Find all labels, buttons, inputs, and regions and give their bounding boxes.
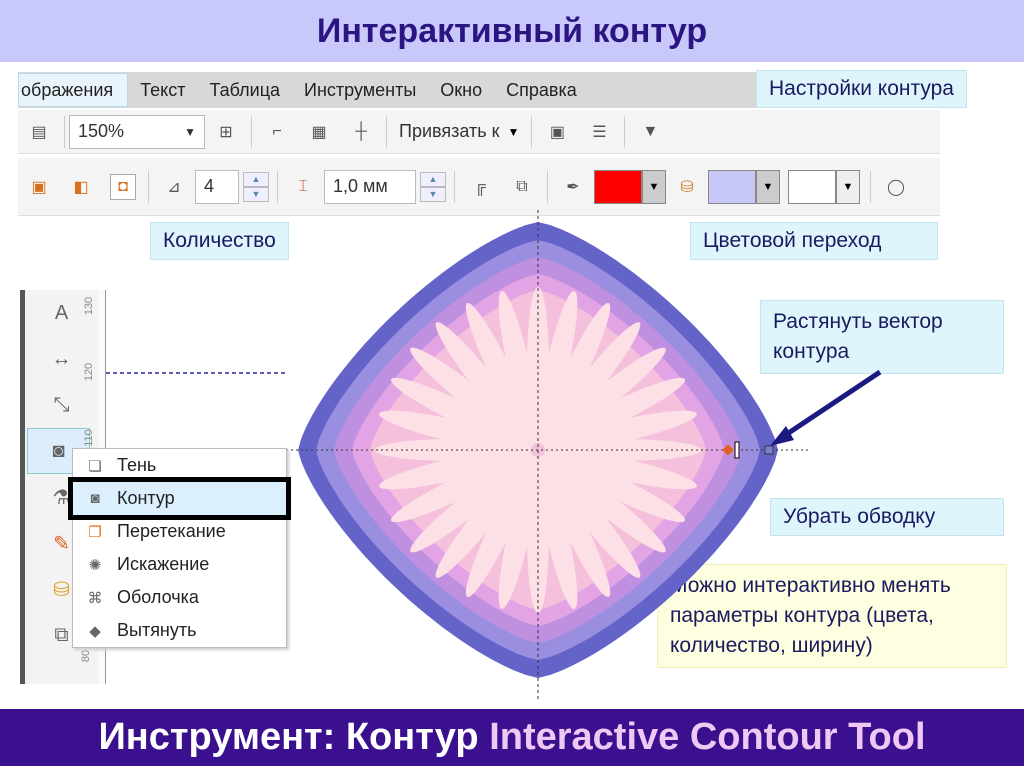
contour-drawing[interactable] bbox=[0, 0, 1024, 768]
connector-tool-icon[interactable]: ⤡ bbox=[25, 382, 98, 428]
item-label: Тень bbox=[117, 455, 157, 475]
blend-icon: ❐ bbox=[88, 523, 102, 541]
flyout-item-shadow[interactable]: ❏ Тень bbox=[73, 449, 286, 482]
item-label: Оболочка bbox=[117, 587, 199, 607]
ruler-label: 80 bbox=[80, 649, 93, 663]
item-label: Перетекание bbox=[117, 521, 226, 541]
distort-icon: ✺ bbox=[88, 556, 102, 574]
flyout-item-distort[interactable]: ✺ Искажение bbox=[73, 548, 286, 581]
flyout-item-envelope[interactable]: ⌘ Оболочка bbox=[73, 581, 286, 614]
effects-flyout: ❏ Тень ◙ Контур ❐ Перетекание ✺ Искажение ⌘ О… bbox=[68, 448, 291, 648]
flyout-item-blend[interactable]: ❐ Перетекание bbox=[73, 515, 286, 548]
item-label: Искажение bbox=[117, 554, 210, 574]
shadow-icon: ❏ bbox=[88, 457, 102, 475]
vector-slider-handle bbox=[734, 441, 740, 459]
flyout-item-extrude[interactable]: ◆ Вытянуть bbox=[73, 614, 286, 647]
extrude-icon: ◆ bbox=[89, 622, 101, 640]
contour-icon: ◙ bbox=[90, 490, 100, 507]
flyout-item-contour[interactable]: ◙ Контур bbox=[68, 477, 291, 520]
arrow-pointer bbox=[776, 369, 882, 443]
item-label: Контур bbox=[117, 488, 175, 508]
ruler-label: 120 bbox=[83, 362, 96, 382]
vector-end-handle bbox=[764, 445, 774, 455]
footer-ru: Инструмент: Контур bbox=[98, 716, 479, 758]
item-label: Вытянуть bbox=[117, 620, 197, 640]
ruler-label: 110 bbox=[82, 429, 95, 447]
footer-en: Interactive Contour Tool bbox=[489, 716, 926, 758]
envelope-icon: ⌘ bbox=[87, 589, 103, 607]
ruler-label: 130 bbox=[83, 296, 96, 316]
slide-footer: Инструмент: Контур Interactive Contour T… bbox=[0, 709, 1024, 766]
